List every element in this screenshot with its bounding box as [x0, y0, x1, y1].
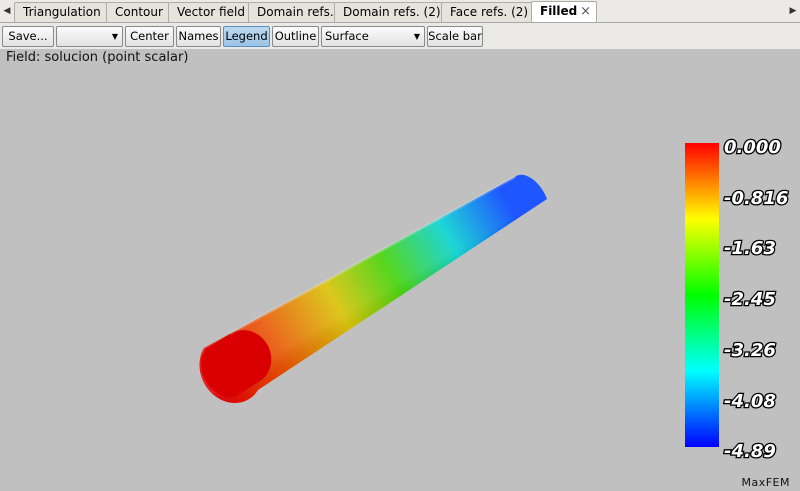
legend-label: -2.45: [724, 289, 776, 310]
tab-domain-refs[interactable]: Domain refs.: [248, 2, 335, 22]
scroll-left-icon[interactable]: ◀: [0, 0, 14, 22]
scene-svg: 0.000 -0.816 -1.63 -2.45 -3.26 -4.08 -4.…: [199, 136, 790, 463]
toolbar: Save... ▼ Center Names Legend Outline Su…: [0, 23, 800, 49]
tab-label: Domain refs. (2): [343, 5, 441, 19]
tab-filled[interactable]: Filled ×: [531, 1, 597, 22]
field-select[interactable]: ▼: [56, 26, 123, 47]
names-button[interactable]: Names: [176, 26, 221, 47]
tab-label: Triangulation: [23, 5, 101, 19]
center-button[interactable]: Center: [125, 26, 174, 47]
legend-label: -1.63: [724, 238, 776, 259]
tab-label: Vector field: [177, 5, 245, 19]
legend-label: -3.26: [724, 340, 776, 361]
brand-label: MaxFEM: [741, 476, 790, 489]
legend-label: -4.08: [724, 391, 776, 412]
display-mode-value: Surface: [325, 29, 369, 43]
tab-contour[interactable]: Contour: [106, 2, 169, 22]
render-viewport[interactable]: Field: solucion (point scalar) 0.000 -0.…: [0, 49, 800, 491]
close-icon[interactable]: ×: [580, 2, 591, 21]
chevron-down-icon: ▼: [111, 32, 118, 41]
save-button[interactable]: Save...: [2, 26, 54, 47]
display-mode-select[interactable]: Surface ▼: [321, 26, 425, 47]
legend-label: -4.89: [724, 441, 776, 462]
legend-label: 0.000: [724, 137, 781, 158]
outline-button[interactable]: Outline: [272, 26, 319, 47]
cylinder-mesh: [199, 174, 548, 404]
chevron-down-icon: ▼: [413, 32, 420, 41]
color-scale-bar: [685, 143, 719, 447]
tab-triangulation[interactable]: Triangulation: [14, 2, 107, 22]
legend-label: -0.816: [724, 188, 788, 209]
tab-face-refs-2[interactable]: Face refs. (2): [441, 2, 532, 22]
scroll-right-icon[interactable]: ▶: [786, 0, 800, 22]
tab-vector-field[interactable]: Vector field: [168, 2, 249, 22]
tab-bar: ◀ Triangulation Contour Vector field Dom…: [0, 0, 800, 23]
tab-domain-refs-2[interactable]: Domain refs. (2): [334, 2, 442, 22]
color-legend: 0.000 -0.816 -1.63 -2.45 -3.26 -4.08 -4.…: [685, 136, 790, 463]
scale-bar-button[interactable]: Scale bar: [427, 26, 483, 47]
tab-label: Contour: [115, 5, 163, 19]
tab-label: Filled: [540, 4, 578, 18]
legend-button[interactable]: Legend: [223, 26, 270, 47]
tab-label: Face refs. (2): [450, 5, 529, 19]
tab-label: Domain refs.: [257, 5, 334, 19]
